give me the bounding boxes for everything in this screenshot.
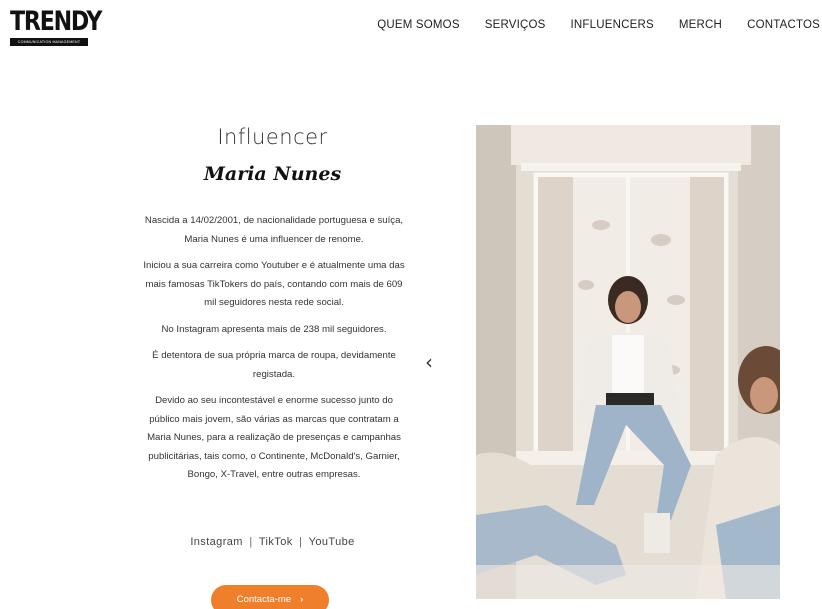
bio-paragraph: É detentora de sua própria marca de roup… bbox=[152, 350, 396, 380]
nav-item-influencers[interactable]: INFLUENCERS bbox=[571, 19, 654, 31]
nav-item-quem-somos[interactable]: QUEM SOMOS bbox=[377, 19, 460, 31]
nav-item-merch[interactable]: MERCH bbox=[679, 19, 722, 31]
main-nav: QUEM SOMOS SERVIÇOS INFLUENCERS MERCH CO… bbox=[352, 19, 820, 31]
influencer-name: Maria Nunes bbox=[203, 163, 342, 185]
bio-paragraph: Nascida a 14/02/2001, de nacionalidade p… bbox=[144, 215, 404, 245]
chevron-right-icon: › bbox=[300, 594, 304, 605]
social-separator: | bbox=[249, 536, 253, 548]
nav-item-servicos[interactable]: SERVIÇOS bbox=[485, 19, 546, 31]
social-links: Instagram | TikTok | YouTube bbox=[140, 536, 405, 548]
logo-tagline: COMMUNICATION MANAGEMENT bbox=[10, 38, 88, 46]
social-separator: | bbox=[299, 536, 303, 548]
social-link-instagram[interactable]: Instagram bbox=[190, 536, 243, 548]
nav-item-contactos[interactable]: CONTACTOS bbox=[747, 19, 820, 31]
bio-paragraph: Devido ao seu incontestável e enorme suc… bbox=[147, 395, 401, 480]
logo[interactable]: TRENDY COMMUNICATION MANAGEMENT bbox=[10, 6, 102, 47]
site-header: TRENDY COMMUNICATION MANAGEMENT QUEM SOM… bbox=[0, 0, 822, 52]
section-heading: Influencer bbox=[217, 125, 328, 149]
social-link-tiktok[interactable]: TikTok bbox=[259, 536, 293, 548]
photo-illustration bbox=[476, 125, 780, 599]
contact-button[interactable]: Contacta-me › bbox=[211, 585, 329, 609]
contact-button-label: Contacta-me bbox=[236, 594, 292, 605]
bio-paragraph: No Instagram apresenta mais de 238 mil s… bbox=[161, 323, 387, 335]
logo-wordmark: TRENDY bbox=[10, 6, 102, 37]
carousel-prev-icon[interactable]: ‹ bbox=[425, 350, 433, 374]
bio-paragraph: Iniciou a sua carreira como Youtuber e é… bbox=[143, 260, 405, 308]
social-link-youtube[interactable]: YouTube bbox=[309, 536, 355, 548]
influencer-photo bbox=[476, 125, 780, 599]
influencer-bio: Nascida a 14/02/2001, de nacionalidade p… bbox=[140, 212, 408, 493]
